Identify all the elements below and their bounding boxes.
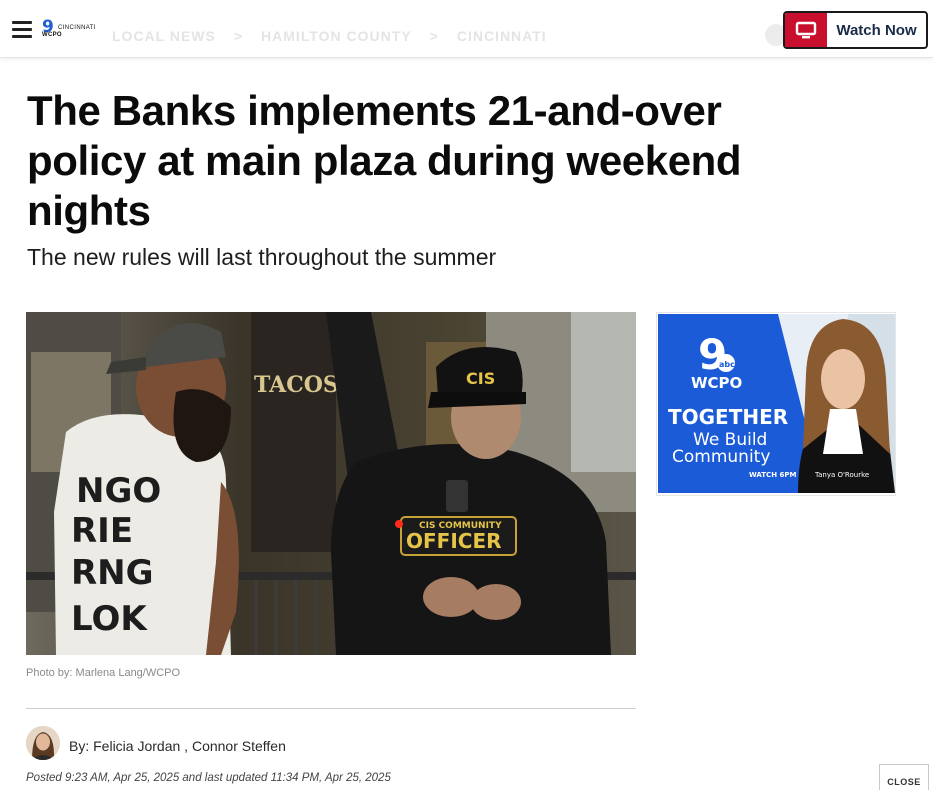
- article-headline: The Banks implements 21-and-over policy …: [27, 87, 742, 234]
- divider: [26, 708, 636, 709]
- chevron-right-icon: >: [233, 28, 244, 44]
- side-ad[interactable]: 9 abc WCPO TOGETHER We Build Community W…: [656, 312, 896, 496]
- breadcrumb: LOCAL NEWS > HAMILTON COUNTY > CINCINNAT…: [112, 28, 547, 44]
- site-logo[interactable]: 9 WCPO CINCINNATI: [42, 17, 102, 40]
- logo-city: CINCINNATI: [58, 25, 96, 31]
- ad-creative: 9 abc WCPO TOGETHER We Build Community W…: [658, 314, 895, 493]
- menu-icon[interactable]: [12, 21, 32, 38]
- posted-timestamp: Posted 9:23 AM, Apr 25, 2025 and last up…: [26, 772, 391, 784]
- author-separator: ,: [184, 738, 189, 754]
- photo-caption: Photo by: Marlena Lang/WCPO: [26, 667, 181, 679]
- logo-brand: WCPO: [42, 32, 62, 38]
- author-link-connor-steffen[interactable]: Connor Steffen: [192, 738, 286, 754]
- close-button[interactable]: CLOSE: [879, 764, 929, 790]
- patch-main-text: OFFICER: [406, 529, 502, 553]
- chevron-right-icon: >: [429, 28, 439, 44]
- site-header: 9 WCPO CINCINNATI LOCAL NEWS > HAMILTON …: [0, 0, 933, 58]
- ad-anchor-name: Tanya O'Rourke: [814, 471, 869, 479]
- author-avatar[interactable]: [26, 726, 60, 760]
- shirt-text-4: LOK: [71, 599, 148, 639]
- ad-channel-number: 9: [698, 330, 727, 379]
- breadcrumb-cincinnati[interactable]: CINCINNATI: [457, 28, 547, 44]
- photo-illustration: TACOS NGO RIE RNG LOK CIS CIS COMMUNITY …: [26, 312, 636, 655]
- sign-text: TACOS: [254, 372, 339, 398]
- watch-now-button[interactable]: Watch Now: [783, 11, 928, 49]
- ad-time: WATCH 6PM: [749, 471, 796, 479]
- tv-icon: [785, 13, 827, 47]
- ad-line1: TOGETHER: [668, 405, 788, 429]
- breadcrumb-local-news[interactable]: LOCAL NEWS: [112, 28, 216, 44]
- byline: By: Felicia Jordan , Connor Steffen: [69, 738, 286, 754]
- cap-text: CIS: [466, 369, 495, 388]
- article-subheadline: The new rules will last throughout the s…: [27, 244, 497, 270]
- watch-now-label: Watch Now: [836, 21, 917, 39]
- ad-line3: Community: [672, 447, 770, 467]
- ad-channel-sub: abc: [719, 360, 735, 369]
- breadcrumb-hamilton-county[interactable]: HAMILTON COUNTY: [261, 28, 412, 44]
- byline-prefix: By:: [69, 738, 90, 754]
- shirt-text-2: RIE: [71, 511, 133, 551]
- ad-brand: WCPO: [691, 374, 742, 392]
- shirt-text-3: RNG: [71, 553, 154, 593]
- shirt-text-1: NGO: [76, 471, 161, 511]
- article-photo[interactable]: TACOS NGO RIE RNG LOK CIS CIS COMMUNITY …: [26, 312, 636, 655]
- author-link-felicia-jordan[interactable]: Felicia Jordan: [93, 738, 180, 754]
